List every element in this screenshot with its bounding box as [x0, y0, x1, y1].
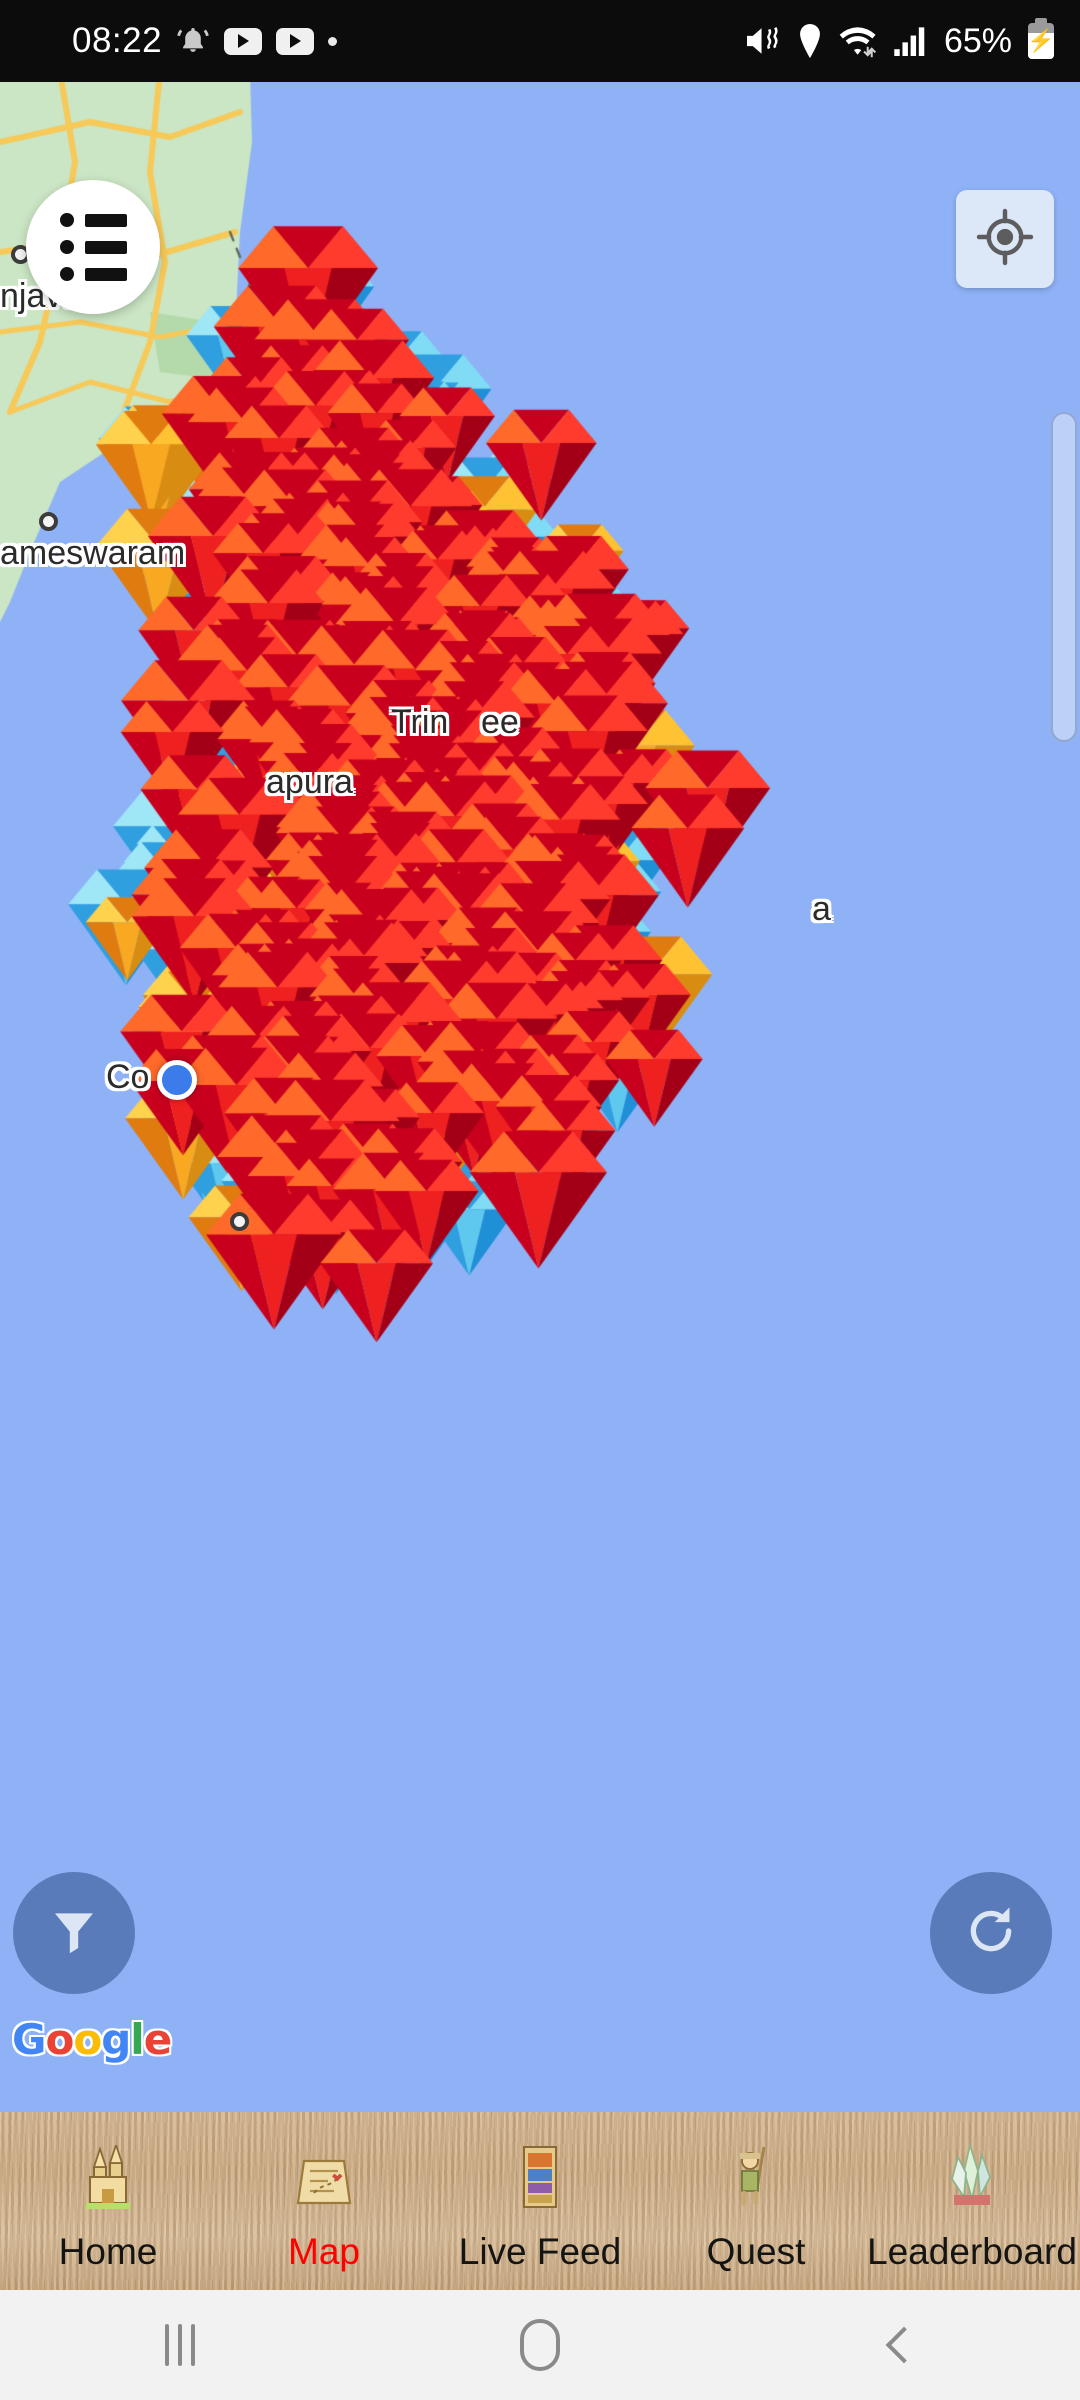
status-bar-left: 08:22	[72, 21, 338, 61]
user-location-marker	[157, 1060, 197, 1100]
filter-funnel-icon	[46, 1903, 102, 1964]
refresh-button[interactable]	[930, 1872, 1052, 1994]
android-system-navigation	[0, 2290, 1080, 2400]
notification-dot-icon	[328, 36, 338, 46]
back-button[interactable]	[720, 2290, 1080, 2400]
nav-item-quest[interactable]: Quest	[648, 2112, 864, 2290]
mute-vibrate-icon	[744, 25, 782, 57]
treasure-map-icon	[292, 2139, 356, 2211]
battery-percent-label: 65%	[943, 21, 1012, 60]
nav-label-home: Home	[58, 2230, 158, 2272]
map-vertical-scrollbar[interactable]	[1051, 412, 1077, 742]
map-city-dot	[39, 512, 58, 531]
map-view[interactable]: njavur ameswaram Trin ee apura a Co Goog…	[0, 82, 1080, 2112]
wifi-icon	[838, 24, 880, 58]
scroll-feed-icon	[516, 2139, 564, 2211]
nav-label-map: Map	[288, 2230, 360, 2272]
phone-screen: 08:22 65% ⚡ njavur ameswaram Trin ee apu…	[0, 0, 1080, 2400]
list-menu-icon	[59, 213, 127, 281]
cellular-signal-icon	[894, 26, 930, 56]
map-tiles-canvas[interactable]	[0, 82, 1080, 2112]
nav-label-quest: Quest	[706, 2230, 806, 2272]
my-location-crosshair-icon	[974, 206, 1036, 273]
my-location-button[interactable]	[956, 190, 1054, 288]
status-clock: 08:22	[72, 21, 163, 60]
nav-item-home[interactable]: Home	[0, 2112, 216, 2290]
nav-item-live-feed[interactable]: Live Feed	[432, 2112, 648, 2290]
recents-button[interactable]	[0, 2290, 360, 2400]
battery-charging-icon: ⚡	[1027, 18, 1055, 59]
home-circle-icon	[520, 2319, 560, 2371]
filter-button[interactable]	[13, 1872, 135, 1994]
nav-label-leaderboard: Leaderboard	[867, 2230, 1077, 2272]
nav-item-leaderboard[interactable]: Leaderboard	[864, 2112, 1080, 2290]
nav-label-live-feed: Live Feed	[458, 2230, 622, 2272]
alarm-bell-icon	[176, 24, 210, 58]
bottom-navigation-bar: Home Map Live Feed Quest Leaderboard	[0, 2112, 1080, 2290]
castle-icon	[80, 2139, 136, 2211]
refresh-icon	[962, 1902, 1020, 1965]
crystal-icon	[944, 2139, 1000, 2211]
nav-item-map[interactable]: Map	[216, 2112, 432, 2290]
location-pin-icon	[796, 24, 824, 58]
google-attribution-logo: Google	[12, 2015, 172, 2064]
adventurer-icon	[732, 2139, 780, 2211]
map-menu-button[interactable]	[26, 180, 160, 314]
home-button[interactable]	[360, 2290, 720, 2400]
map-city-dot	[230, 1212, 249, 1231]
youtube-icon	[224, 27, 263, 55]
status-bar-right: 65% ⚡	[744, 18, 1055, 61]
recents-icon	[165, 2324, 195, 2366]
youtube-icon	[276, 27, 315, 55]
back-chevron-icon	[885, 2326, 923, 2364]
status-bar: 08:22 65% ⚡	[0, 0, 1080, 82]
